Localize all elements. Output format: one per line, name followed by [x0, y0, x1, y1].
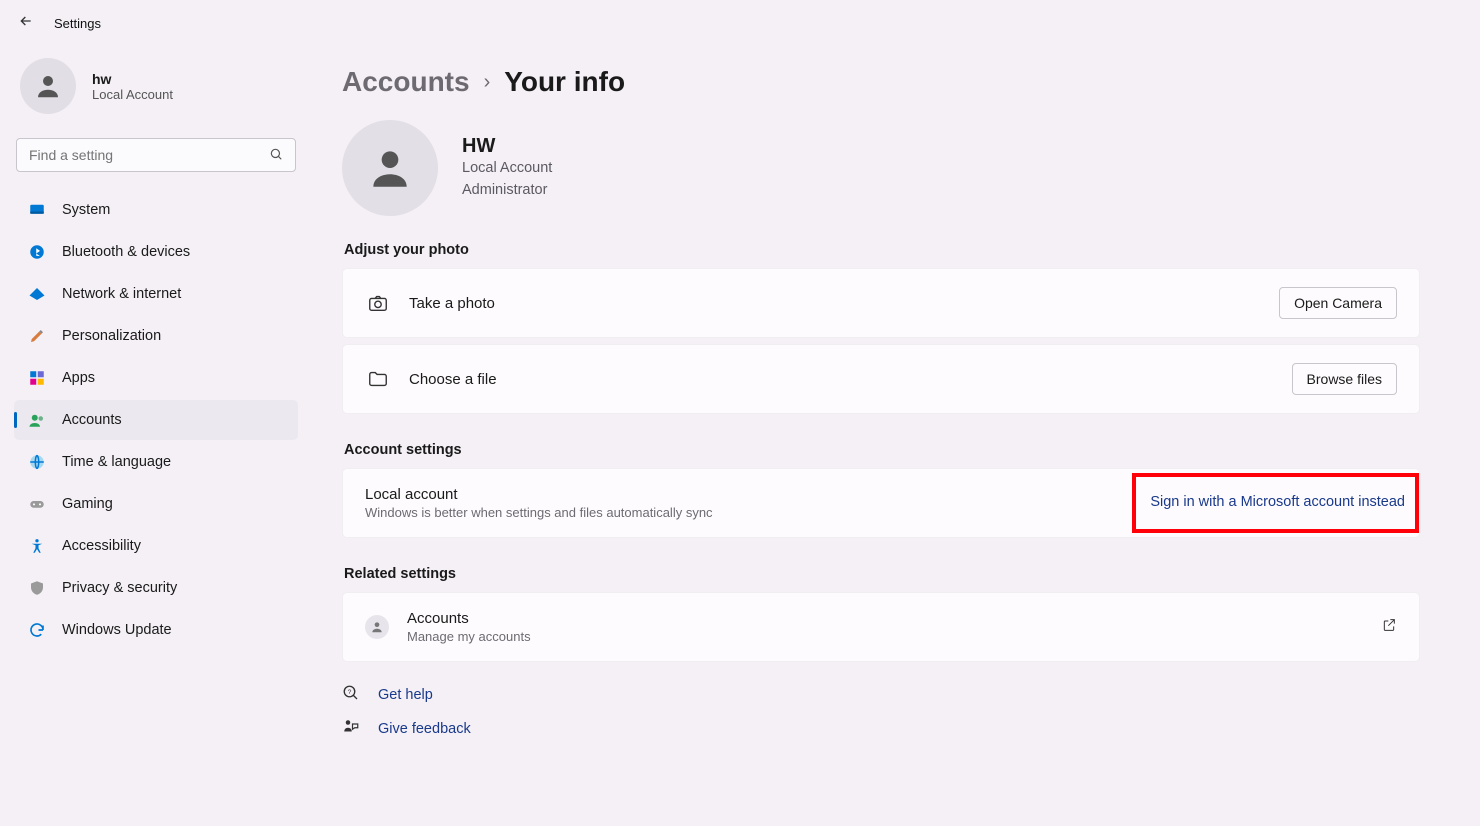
sidebar-item-network[interactable]: Network & internet — [14, 274, 298, 314]
sidebar-nav: System Bluetooth & devices Network & int… — [14, 190, 298, 650]
section-heading-photo: Adjust your photo — [344, 242, 1420, 258]
external-link-icon — [1381, 617, 1397, 638]
profile-summary: HW Local Account Administrator — [342, 120, 1420, 216]
sidebar-item-label: Apps — [62, 370, 95, 386]
sidebar-item-label: Accessibility — [62, 538, 141, 554]
profile-name: HW — [462, 135, 552, 158]
window-title: Settings — [54, 16, 101, 31]
profile-line2: Administrator — [462, 180, 552, 202]
sign-in-microsoft-link[interactable]: Sign in with a Microsoft account instead — [1150, 494, 1405, 510]
footer-links: ? Get help Give feedback — [342, 684, 1420, 740]
camera-icon — [365, 292, 391, 314]
sidebar-item-personalization[interactable]: Personalization — [14, 316, 298, 356]
wifi-icon — [28, 285, 46, 303]
apps-icon — [28, 369, 46, 387]
page-title: Your info — [504, 66, 625, 98]
help-icon: ? — [342, 684, 360, 706]
sidebar-item-gaming[interactable]: Gaming — [14, 484, 298, 524]
sidebar-item-label: Network & internet — [62, 286, 181, 302]
highlighted-region: Sign in with a Microsoft account instead — [1132, 473, 1419, 533]
breadcrumb-parent[interactable]: Accounts — [342, 66, 470, 98]
profile-line1: Local Account — [462, 158, 552, 180]
feedback-icon — [342, 718, 360, 740]
card-choose-file: Choose a file Browse files — [342, 344, 1420, 414]
get-help-link[interactable]: ? Get help — [342, 684, 1420, 706]
sidebar-profile[interactable]: hw Local Account — [14, 54, 298, 132]
search-icon — [269, 147, 283, 164]
sidebar-item-time-language[interactable]: Time & language — [14, 442, 298, 482]
main-content: Accounts › Your info HW Local Account Ad… — [312, 46, 1480, 826]
sidebar-item-label: Privacy & security — [62, 580, 177, 596]
system-icon — [28, 201, 46, 219]
search-input-wrapper[interactable] — [16, 138, 296, 172]
section-heading-account: Account settings — [344, 442, 1420, 458]
sidebar-item-accessibility[interactable]: Accessibility — [14, 526, 298, 566]
sidebar-item-windows-update[interactable]: Windows Update — [14, 610, 298, 650]
paintbrush-icon — [28, 327, 46, 345]
sidebar-item-apps[interactable]: Apps — [14, 358, 298, 398]
sidebar-item-label: Windows Update — [62, 622, 172, 638]
sidebar-item-label: Time & language — [62, 454, 171, 470]
card-related-accounts[interactable]: Accounts Manage my accounts — [342, 592, 1420, 662]
accounts-icon — [28, 411, 46, 429]
avatar-icon — [20, 58, 76, 114]
sidebar-item-accounts[interactable]: Accounts — [14, 400, 298, 440]
chevron-right-icon: › — [484, 71, 491, 94]
sidebar-item-bluetooth[interactable]: Bluetooth & devices — [14, 232, 298, 272]
card-subtitle: Manage my accounts — [407, 629, 1381, 644]
update-icon — [28, 621, 46, 639]
svg-text:?: ? — [348, 689, 352, 696]
gamepad-icon — [28, 495, 46, 513]
open-camera-button[interactable]: Open Camera — [1279, 287, 1397, 319]
sidebar: hw Local Account System Bluetooth & devi… — [0, 46, 312, 826]
search-input[interactable] — [17, 147, 295, 163]
bluetooth-icon — [28, 243, 46, 261]
section-heading-related: Related settings — [344, 566, 1420, 582]
link-label: Get help — [378, 687, 433, 703]
avatar-large-icon — [342, 120, 438, 216]
folder-icon — [365, 368, 391, 390]
sidebar-item-label: Bluetooth & devices — [62, 244, 190, 260]
back-button[interactable] — [18, 13, 34, 34]
link-label: Give feedback — [378, 721, 471, 737]
card-subtitle: Windows is better when settings and file… — [365, 505, 1132, 520]
globe-clock-icon — [28, 453, 46, 471]
sidebar-item-privacy[interactable]: Privacy & security — [14, 568, 298, 608]
shield-icon — [28, 579, 46, 597]
accessibility-icon — [28, 537, 46, 555]
sidebar-item-label: Accounts — [62, 412, 122, 428]
sidebar-profile-name: hw — [92, 71, 173, 87]
card-title: Accounts — [407, 610, 1381, 627]
card-title: Take a photo — [409, 295, 1279, 312]
person-icon — [365, 615, 389, 639]
sidebar-item-system[interactable]: System — [14, 190, 298, 230]
give-feedback-link[interactable]: Give feedback — [342, 718, 1420, 740]
sidebar-item-label: Gaming — [62, 496, 113, 512]
card-title: Choose a file — [409, 371, 1292, 388]
browse-files-button[interactable]: Browse files — [1292, 363, 1397, 395]
card-take-photo: Take a photo Open Camera — [342, 268, 1420, 338]
card-title: Local account — [365, 486, 1132, 503]
breadcrumb: Accounts › Your info — [342, 66, 1420, 98]
card-local-account: Local account Windows is better when set… — [342, 468, 1420, 538]
sidebar-profile-sub: Local Account — [92, 87, 173, 102]
sidebar-item-label: System — [62, 202, 110, 218]
sidebar-item-label: Personalization — [62, 328, 161, 344]
